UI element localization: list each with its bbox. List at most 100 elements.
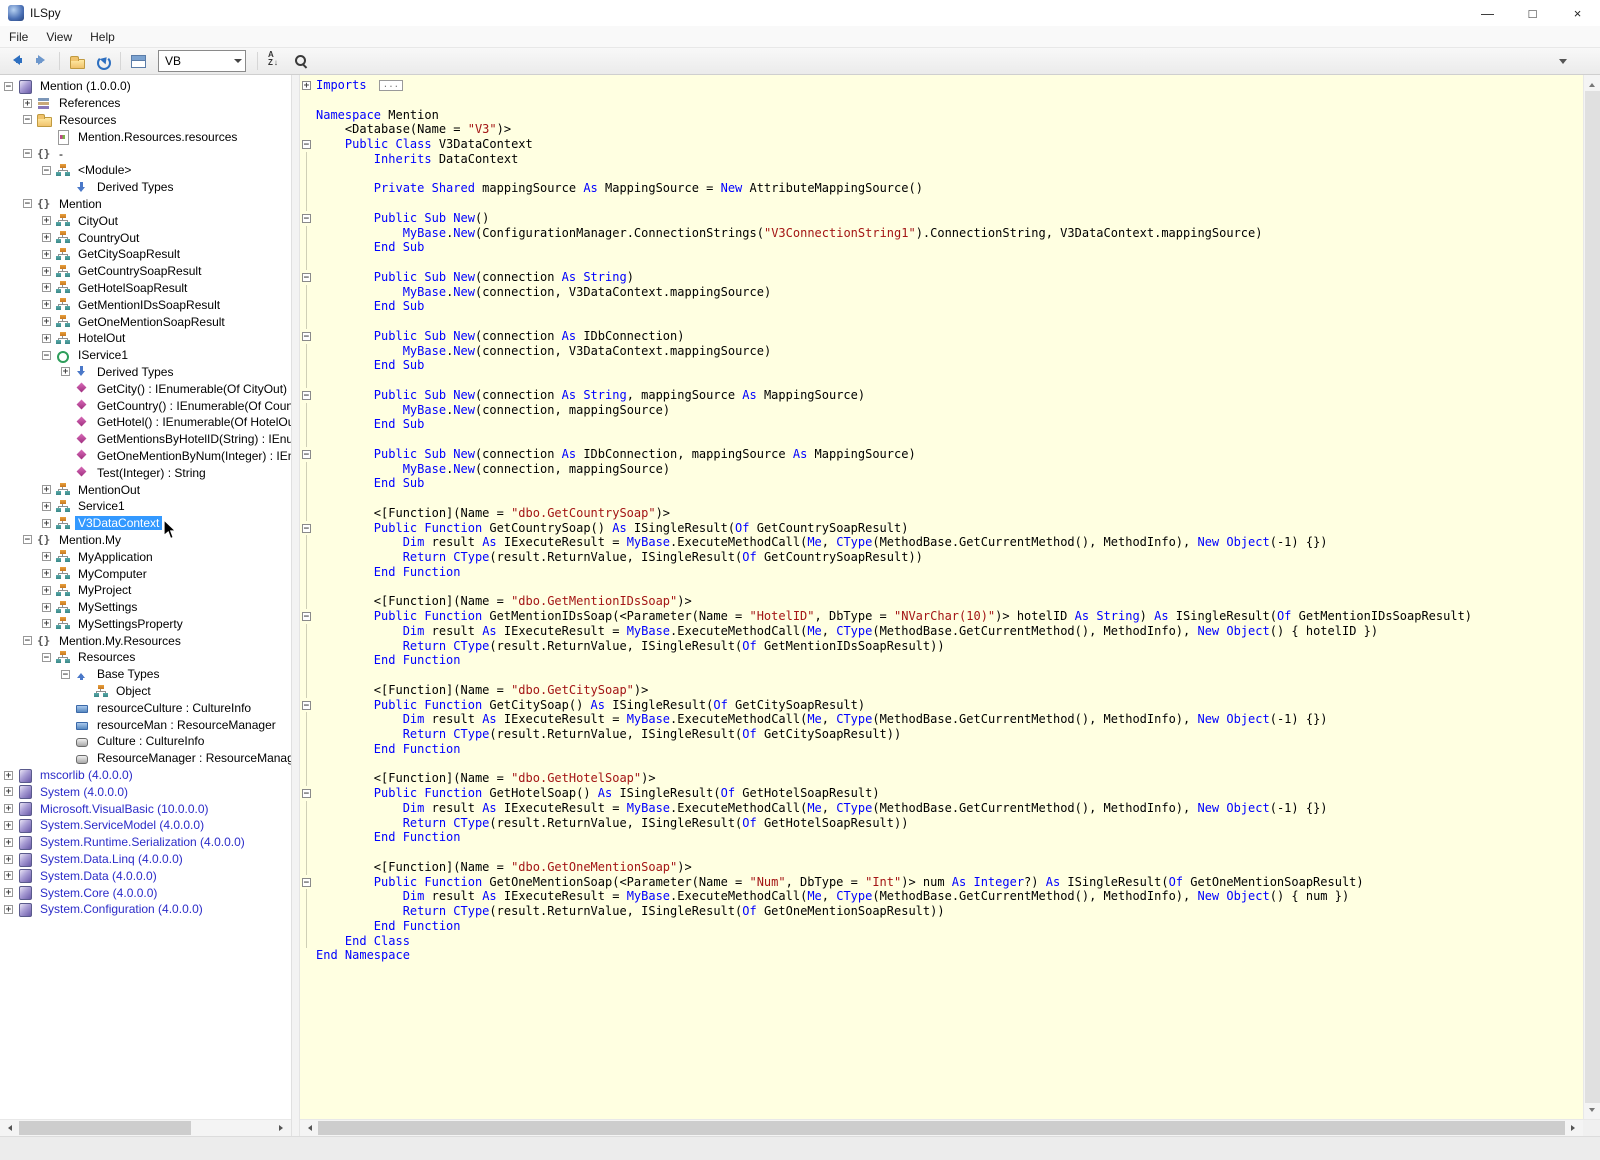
tree-item[interactable]: + V3DataContext: [0, 515, 291, 532]
open-code-button[interactable]: [126, 49, 150, 73]
tree-item[interactable]: GetMentionsByHotelID(String) : IEnumerab…: [0, 431, 291, 448]
expand-icon[interactable]: +: [4, 904, 13, 914]
fold-toggle[interactable]: −: [302, 213, 311, 223]
expand-icon[interactable]: +: [42, 619, 51, 629]
tree-item[interactable]: + GetOneMentionSoapResult: [0, 313, 291, 330]
tree-expander[interactable]: +: [23, 98, 36, 108]
tree-item[interactable]: − Resources: [0, 112, 291, 129]
scroll-right-button[interactable]: [274, 1120, 291, 1136]
tree-expander[interactable]: −: [23, 636, 36, 646]
toolbar-overflow-button[interactable]: [1556, 51, 1570, 71]
tree-expander[interactable]: +: [42, 602, 55, 612]
panel-splitter[interactable]: [292, 75, 300, 1136]
expand-icon[interactable]: +: [42, 317, 51, 327]
expand-icon[interactable]: +: [4, 820, 13, 830]
expand-icon[interactable]: +: [4, 854, 13, 864]
expand-icon[interactable]: +: [42, 569, 51, 579]
tree-item[interactable]: resourceCulture : CultureInfo: [0, 699, 291, 716]
collapse-icon[interactable]: −: [23, 115, 32, 125]
language-select[interactable]: VB: [158, 50, 246, 72]
scroll-right-button[interactable]: [1566, 1120, 1583, 1136]
tree-expander[interactable]: −: [23, 199, 36, 209]
tree-item[interactable]: + mscorlib (4.0.0.0): [0, 767, 291, 784]
fold-toggle[interactable]: −: [302, 877, 311, 887]
tree-expander[interactable]: +: [42, 501, 55, 511]
expand-icon[interactable]: +: [42, 585, 51, 595]
close-button[interactable]: ×: [1555, 0, 1600, 26]
scroll-track[interactable]: [317, 1120, 1566, 1136]
open-button[interactable]: [65, 49, 89, 73]
expand-icon[interactable]: +: [4, 770, 13, 780]
tree-item[interactable]: + GetMentionIDsSoapResult: [0, 296, 291, 313]
scroll-up-button[interactable]: [1584, 75, 1600, 91]
tree-item[interactable]: − Resources: [0, 649, 291, 666]
tree-horizontal-scrollbar[interactable]: [0, 1119, 291, 1136]
tree-item[interactable]: + MySettings: [0, 599, 291, 616]
tree-item[interactable]: − Mention: [0, 196, 291, 213]
tree-item[interactable]: − Mention.My: [0, 532, 291, 549]
tree-expander[interactable]: +: [42, 300, 55, 310]
collapse-icon[interactable]: −: [23, 199, 32, 209]
code-horizontal-scrollbar[interactable]: [300, 1119, 1583, 1136]
tree-item[interactable]: + HotelOut: [0, 330, 291, 347]
collapse-icon[interactable]: −: [23, 636, 32, 646]
tree-expander[interactable]: −: [23, 149, 36, 159]
tree-expander[interactable]: +: [42, 266, 55, 276]
tree-item[interactable]: + System (4.0.0.0): [0, 783, 291, 800]
tree-item[interactable]: Culture : CultureInfo: [0, 733, 291, 750]
menu-help[interactable]: Help: [81, 28, 124, 46]
tree-expander[interactable]: +: [42, 249, 55, 259]
tree-expander[interactable]: +: [42, 233, 55, 243]
expand-icon[interactable]: +: [42, 233, 51, 243]
tree-item[interactable]: + CityOut: [0, 212, 291, 229]
scroll-thumb[interactable]: [1584, 91, 1600, 1103]
expand-icon[interactable]: +: [42, 552, 51, 562]
tree-item[interactable]: − IService1: [0, 347, 291, 364]
tree-item[interactable]: + Derived Types: [0, 364, 291, 381]
expand-icon[interactable]: +: [42, 300, 51, 310]
minimize-button[interactable]: —: [1465, 0, 1510, 26]
tree-expander[interactable]: −: [42, 165, 55, 175]
tree-item[interactable]: + Service1: [0, 498, 291, 515]
tree-item[interactable]: + MyApplication: [0, 548, 291, 565]
code-view[interactable]: + Imports ... Namespace Mention <Database(…: [300, 75, 1583, 1119]
expand-icon[interactable]: +: [4, 787, 13, 797]
fold-toggle[interactable]: −: [302, 789, 311, 799]
tree-expander[interactable]: +: [4, 820, 17, 830]
forward-button[interactable]: [30, 49, 54, 73]
scroll-thumb[interactable]: [318, 1121, 1565, 1135]
fold-toggle[interactable]: +: [302, 81, 311, 91]
scroll-track[interactable]: [1584, 91, 1600, 1103]
fold-toggle[interactable]: −: [302, 700, 311, 710]
tree-expander[interactable]: −: [23, 115, 36, 125]
expand-icon[interactable]: +: [4, 871, 13, 881]
collapse-icon[interactable]: −: [23, 535, 32, 545]
refresh-button[interactable]: [91, 49, 115, 73]
tree-expander[interactable]: +: [4, 770, 17, 780]
expand-icon[interactable]: +: [42, 501, 51, 511]
fold-toggle[interactable]: −: [302, 140, 311, 150]
scroll-left-button[interactable]: [0, 1120, 17, 1136]
tree-item[interactable]: + GetHotelSoapResult: [0, 280, 291, 297]
back-button[interactable]: [4, 49, 28, 73]
expand-icon[interactable]: +: [42, 216, 51, 226]
collapse-icon[interactable]: −: [42, 652, 51, 662]
fold-toggle[interactable]: −: [302, 331, 311, 341]
maximize-button[interactable]: □: [1510, 0, 1555, 26]
tree-item[interactable]: −-: [0, 145, 291, 162]
expand-icon[interactable]: +: [42, 283, 51, 293]
tree-expander[interactable]: −: [61, 669, 74, 679]
tree-expander[interactable]: +: [42, 585, 55, 595]
collapse-icon[interactable]: −: [23, 149, 32, 159]
tree-expander[interactable]: +: [42, 317, 55, 327]
expand-icon[interactable]: +: [61, 367, 70, 377]
tree-item[interactable]: + Microsoft.VisualBasic (10.0.0.0): [0, 800, 291, 817]
sort-button[interactable]: [263, 49, 287, 73]
tree-item[interactable]: − Base Types: [0, 666, 291, 683]
tree-item[interactable]: GetHotel() : IEnumerable(Of HotelOut): [0, 414, 291, 431]
tree-expander[interactable]: +: [4, 787, 17, 797]
expand-icon[interactable]: +: [4, 888, 13, 898]
scroll-left-button[interactable]: [300, 1120, 317, 1136]
menu-file[interactable]: File: [0, 28, 37, 46]
tree-expander[interactable]: +: [42, 216, 55, 226]
